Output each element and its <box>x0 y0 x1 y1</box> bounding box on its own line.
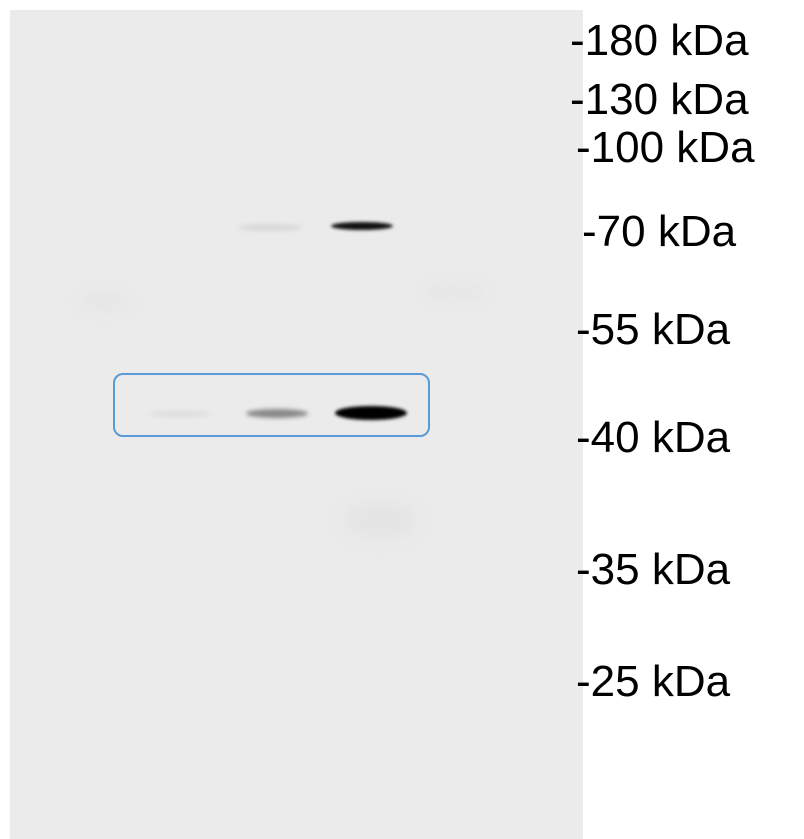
band-lane3-70kda <box>331 222 393 230</box>
marker-label: -40 kDa <box>576 413 731 462</box>
background-smudge <box>345 503 415 538</box>
marker-label: -35 kDa <box>576 545 731 594</box>
marker-label: -130 kDa <box>570 75 749 124</box>
band-highlight-box <box>113 373 430 437</box>
marker-label: -55 kDa <box>576 305 731 354</box>
marker-label: -70 kDa <box>582 207 737 256</box>
marker-label: -100 kDa <box>576 123 755 172</box>
background-smudge <box>425 282 485 300</box>
background-smudge <box>80 292 130 312</box>
marker-label: -25 kDa <box>576 657 731 706</box>
band-lane2-70kda <box>238 224 302 231</box>
marker-label: -180 kDa <box>570 16 749 65</box>
